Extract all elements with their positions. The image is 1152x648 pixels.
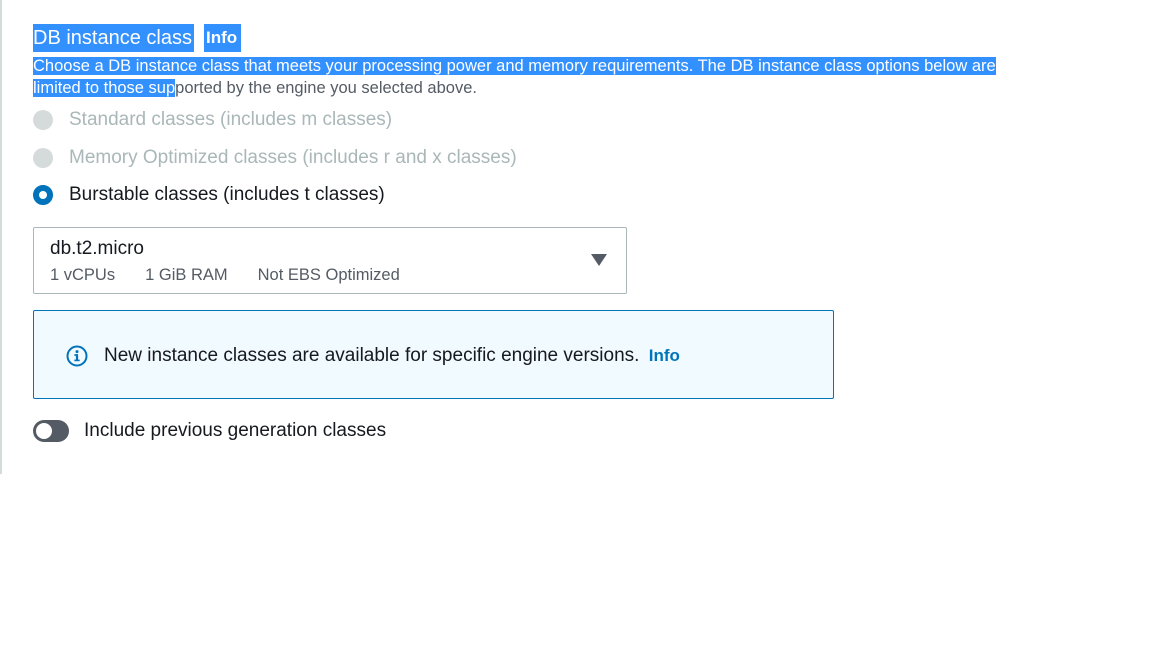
alert-info-link[interactable]: Info [649,346,680,365]
info-alert: New instance classes are available for s… [33,310,834,399]
radio-standard-classes[interactable]: Standard classes (includes m classes) [33,107,392,133]
instance-class-select[interactable]: db.t2.micro 1 vCPUs 1 GiB RAM Not EBS Op… [33,227,627,294]
previous-generation-toggle-row[interactable]: Include previous generation classes [33,418,386,444]
alert-message: New instance classes are available for s… [104,345,640,366]
previous-generation-toggle[interactable] [33,420,69,442]
instance-class-specs: 1 vCPUs 1 GiB RAM Not EBS Optimized [50,264,430,286]
section-info-link[interactable]: Info [203,24,242,52]
description-selected-line-2: limited to those sup [33,79,176,97]
caret-down-icon[interactable] [591,254,607,266]
instance-ebs: Not EBS Optimized [257,266,400,284]
section-header: DB instance class Info [33,24,242,52]
instance-vcpus: 1 vCPUs [50,266,116,284]
instance-class-value: db.t2.micro [50,238,144,259]
left-divider [0,0,2,474]
toggle-knob [36,423,52,439]
radio-button-memory-optimized[interactable] [33,148,53,168]
radio-button-burstable[interactable] [33,185,53,205]
page: DB instance class Info Choose a DB instan… [0,0,1152,648]
radio-label-memory-optimized: Memory Optimized classes (includes r and… [69,147,517,168]
radio-button-standard[interactable] [33,110,53,130]
radio-burstable-classes[interactable]: Burstable classes (includes t classes) [33,182,385,208]
alert-message-row: New instance classes are available for s… [104,343,680,369]
instance-ram: 1 GiB RAM [145,266,228,284]
section-title: DB instance class [33,24,194,52]
previous-generation-label: Include previous generation classes [84,420,387,441]
header-gap [194,24,204,52]
radio-label-standard: Standard classes (includes m classes) [69,109,393,130]
description-selected-line-1: Choose a DB instance class that meets yo… [33,57,996,75]
radio-label-burstable: Burstable classes (includes t classes) [69,184,385,205]
section-description: Choose a DB instance class that meets yo… [33,55,1113,99]
info-circle-icon [66,345,88,367]
radio-memory-optimized-classes[interactable]: Memory Optimized classes (includes r and… [33,145,517,171]
description-rest: ported by the engine you selected above. [175,79,477,97]
